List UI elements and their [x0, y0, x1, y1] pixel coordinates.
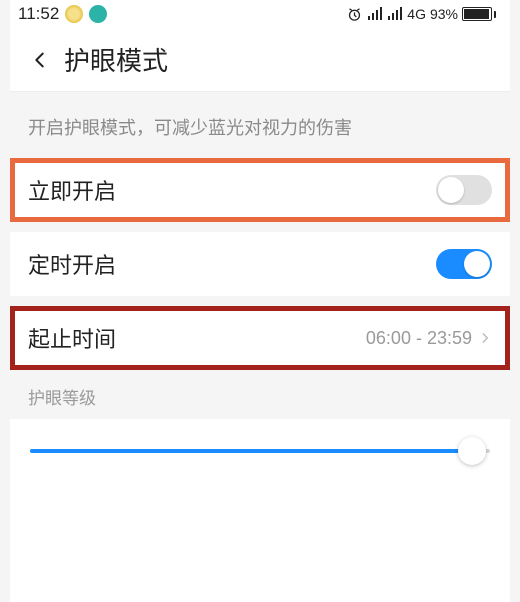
level-slider-knob[interactable] — [458, 437, 486, 465]
level-slider-fill — [30, 449, 472, 453]
status-bar: 11:52 4G 93% — [10, 0, 510, 28]
row-time-range-label: 起止时间 — [28, 322, 366, 354]
toggle-enable-now[interactable] — [436, 175, 492, 205]
battery-percent: 93% — [430, 6, 458, 22]
row-scheduled[interactable]: 定时开启 — [10, 232, 510, 296]
row-time-range-value: 06:00 - 23:59 — [366, 328, 472, 349]
page-header: 护眼模式 — [10, 28, 510, 92]
row-enable-now[interactable]: 立即开启 — [10, 158, 510, 222]
level-slider[interactable] — [30, 449, 490, 453]
description-text: 开启护眼模式，可减少蓝光对视力的伤害 — [10, 92, 510, 158]
level-slider-container — [10, 419, 510, 483]
status-time: 11:52 — [18, 4, 59, 24]
chevron-right-icon — [478, 331, 492, 345]
back-button[interactable] — [20, 49, 60, 71]
row-scheduled-label: 定时开启 — [28, 248, 436, 280]
alarm-icon — [346, 6, 363, 23]
row-enable-now-label: 立即开启 — [28, 174, 436, 206]
status-app-icon-1 — [65, 5, 83, 23]
signal-icon-2 — [387, 6, 403, 22]
toggle-scheduled[interactable] — [436, 249, 492, 279]
status-app-icon-2 — [89, 5, 107, 23]
row-time-range[interactable]: 起止时间 06:00 - 23:59 — [10, 306, 510, 370]
level-header: 护眼等级 — [10, 370, 510, 419]
page-title: 护眼模式 — [64, 41, 168, 78]
network-label: 4G — [407, 6, 426, 22]
battery-icon — [462, 7, 496, 21]
signal-icon-1 — [367, 6, 383, 22]
